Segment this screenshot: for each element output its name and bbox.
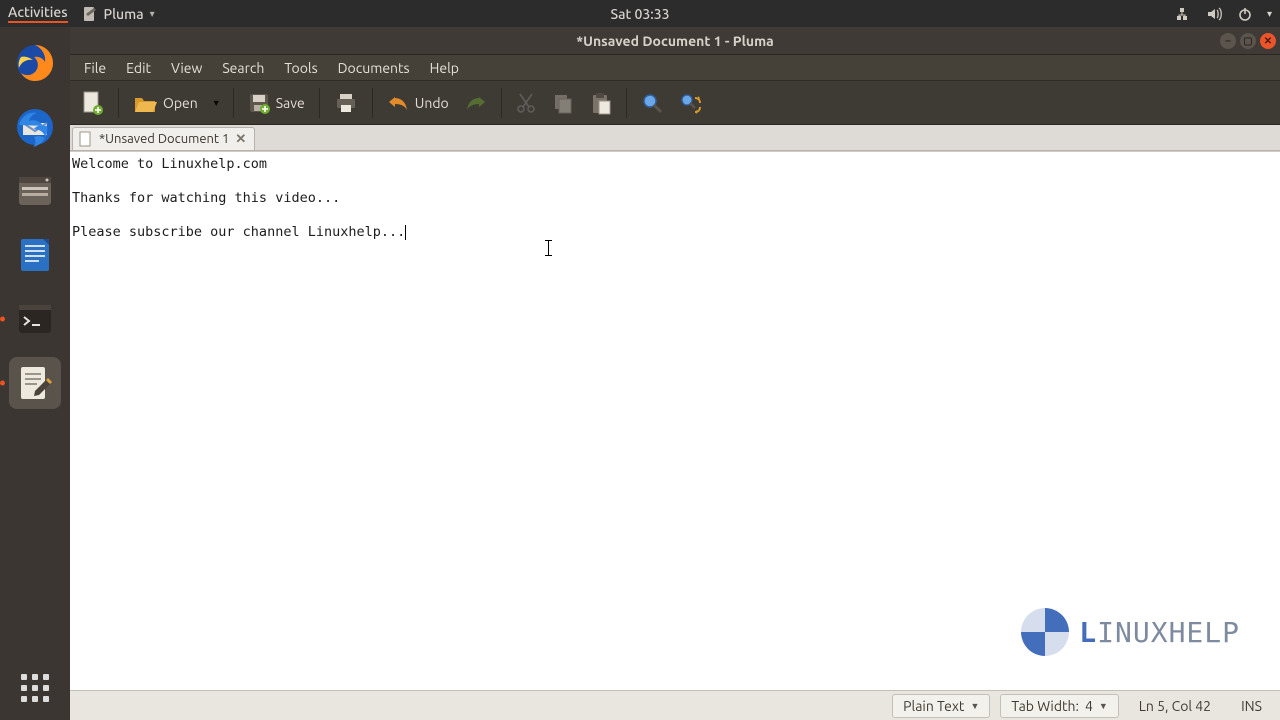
network-icon[interactable]: [1177, 6, 1193, 22]
document-tabs: *Unsaved Document 1 ✕: [70, 125, 1280, 151]
statusbar: Plain Text ▼ Tab Width: 4 ▼ Ln 5, Col 42…: [70, 690, 1280, 720]
print-button[interactable]: [328, 88, 364, 118]
new-document-button[interactable]: [76, 86, 110, 120]
open-label: Open: [163, 95, 198, 111]
find-button[interactable]: [635, 88, 669, 118]
volume-icon[interactable]: [1207, 6, 1223, 22]
menu-file[interactable]: File: [76, 57, 114, 79]
apps-grid-icon: [21, 674, 49, 702]
pluma-window: *Unsaved Document 1 - Pluma – ▢ ✕ File E…: [70, 27, 1280, 720]
mouse-ibeam-cursor: [548, 240, 549, 256]
find-replace-button[interactable]: [673, 88, 709, 118]
save-label: Save: [276, 95, 305, 111]
tab-width-label: Tab Width:: [1011, 698, 1079, 714]
insert-mode-indicator[interactable]: INS: [1231, 695, 1272, 717]
dock-text-editor[interactable]: [9, 357, 61, 409]
text-caret: [405, 225, 406, 240]
undo-icon: [387, 94, 409, 112]
editor-area[interactable]: Welcome to Linuxhelp.com Thanks for watc…: [70, 151, 1280, 690]
redo-button[interactable]: [459, 90, 493, 116]
dock-thunderbird[interactable]: [9, 101, 61, 153]
document-icon: [79, 131, 93, 147]
copy-icon: [552, 92, 574, 114]
menu-edit[interactable]: Edit: [118, 57, 159, 79]
find-replace-icon: [679, 92, 703, 114]
copy-button[interactable]: [546, 88, 580, 118]
syntax-mode-label: Plain Text: [903, 698, 964, 714]
paste-button[interactable]: [584, 87, 618, 119]
cut-icon: [516, 92, 536, 114]
clock[interactable]: Sat 03:33: [610, 6, 669, 22]
close-button[interactable]: ✕: [1260, 33, 1276, 49]
pluma-app-icon: [82, 6, 98, 22]
tab-width-value: 4: [1085, 698, 1093, 714]
redo-icon: [465, 94, 487, 112]
save-icon: [248, 92, 270, 114]
dock-files[interactable]: [9, 165, 61, 217]
dock-firefox[interactable]: [9, 37, 61, 89]
paste-icon: [590, 91, 612, 115]
print-icon: [334, 92, 358, 114]
linuxhelp-watermark: LINUXHELP: [1021, 608, 1240, 656]
syntax-mode-selector[interactable]: Plain Text ▼: [892, 694, 990, 718]
show-applications-button[interactable]: [15, 668, 55, 708]
linuxhelp-logo-icon: [1021, 608, 1069, 656]
tab-width-selector[interactable]: Tab Width: 4 ▼: [1000, 694, 1118, 718]
cut-button[interactable]: [510, 88, 542, 118]
dock-terminal[interactable]: [9, 293, 61, 345]
window-title: *Unsaved Document 1 - Pluma: [576, 33, 774, 49]
chevron-down-icon: ▾: [150, 8, 155, 20]
titlebar[interactable]: *Unsaved Document 1 - Pluma – ▢ ✕: [70, 27, 1280, 55]
power-icon[interactable]: [1237, 6, 1253, 22]
tab-close-icon[interactable]: ✕: [235, 132, 246, 147]
undo-label: Undo: [415, 95, 449, 111]
menu-search[interactable]: Search: [214, 57, 272, 79]
cursor-position: Ln 5, Col 42: [1129, 695, 1221, 717]
menu-documents[interactable]: Documents: [330, 57, 418, 79]
new-file-icon: [82, 90, 104, 116]
system-menu-chevron-icon[interactable]: ▾: [1267, 8, 1272, 20]
undo-button[interactable]: Undo: [381, 90, 455, 116]
menu-view[interactable]: View: [163, 57, 210, 79]
menubar: File Edit View Search Tools Documents He…: [70, 55, 1280, 81]
dock-libreoffice-writer[interactable]: [9, 229, 61, 281]
menu-help[interactable]: Help: [422, 57, 467, 79]
editor-line-1: Welcome to Linuxhelp.com: [72, 156, 267, 172]
search-icon: [641, 92, 663, 114]
activities-button[interactable]: Activities: [8, 4, 68, 23]
open-recent-dropdown[interactable]: ▼: [208, 98, 225, 108]
dock: [0, 27, 70, 720]
chevron-down-icon: ▼: [970, 701, 979, 711]
maximize-button[interactable]: ▢: [1240, 33, 1256, 49]
app-menu[interactable]: Pluma ▾: [82, 6, 155, 22]
chevron-down-icon: ▼: [1099, 701, 1108, 711]
tab-label: *Unsaved Document 1: [99, 132, 229, 146]
editor-line-5: Please subscribe our channel Linuxhelp..…: [72, 224, 405, 240]
folder-open-icon: [133, 92, 157, 114]
editor-line-3: Thanks for watching this video...: [72, 190, 340, 206]
tab-document-1[interactable]: *Unsaved Document 1 ✕: [72, 127, 255, 150]
app-menu-label: Pluma: [104, 6, 144, 22]
toolbar: Open ▼ Save Undo: [70, 81, 1280, 125]
menu-tools[interactable]: Tools: [276, 57, 325, 79]
open-button[interactable]: Open: [127, 88, 204, 118]
save-button[interactable]: Save: [242, 88, 311, 118]
top-panel: Activities Pluma ▾ Sat 03:33 ▾: [0, 0, 1280, 27]
minimize-button[interactable]: –: [1220, 33, 1236, 49]
